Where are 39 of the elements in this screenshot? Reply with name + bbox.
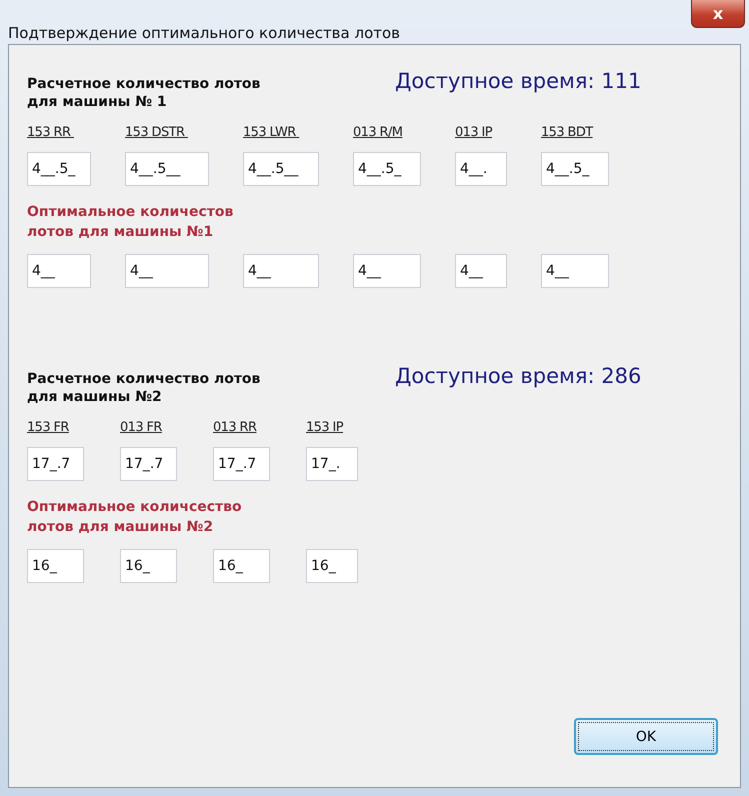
input-field[interactable]: 16_ xyxy=(213,549,270,583)
input-field[interactable]: 16_ xyxy=(120,549,177,583)
column-label: 013 IP xyxy=(455,125,494,140)
column-label: 153 BDT xyxy=(541,125,594,140)
input-field[interactable]: 4__.5__ xyxy=(243,152,319,186)
section-heading: Оптимальное количестов лотов для машины №1 xyxy=(27,203,234,242)
column-label: 153 DSTR xyxy=(125,125,186,140)
input-field[interactable]: 4__ xyxy=(455,254,507,288)
column-label: 013 FR xyxy=(120,420,163,435)
close-button[interactable]: x xyxy=(691,0,745,28)
input-field[interactable]: 17_. xyxy=(306,447,358,481)
input-field[interactable]: 4__.5_ xyxy=(541,152,609,186)
column-label: 013 R/M xyxy=(353,125,404,140)
input-field[interactable]: 16_ xyxy=(27,549,84,583)
ok-button[interactable]: OK xyxy=(574,718,718,755)
input-field[interactable]: 4__.5__ xyxy=(125,152,209,186)
section-heading: Расчетное количество лотов для машины №2 xyxy=(27,370,262,406)
input-field[interactable]: 4__.5_ xyxy=(353,152,421,186)
input-field[interactable]: 4__.5_ xyxy=(27,152,91,186)
column-label: 153 LWR xyxy=(243,125,297,140)
available-time: Доступное время: 111 xyxy=(395,69,642,93)
input-field[interactable]: 16_ xyxy=(306,549,358,583)
available-time: Доступное время: 286 xyxy=(395,364,642,388)
column-label: 153 FR xyxy=(27,420,70,435)
section-heading: Оптимальное количсество лотов для машины №2 xyxy=(27,498,243,537)
input-field[interactable]: 17_.7 xyxy=(213,447,270,481)
input-field[interactable]: 4__ xyxy=(353,254,421,288)
input-field[interactable]: 17_.7 xyxy=(120,447,177,481)
input-field[interactable]: 4__. xyxy=(455,152,507,186)
column-label: 013 RR xyxy=(213,420,258,435)
input-field[interactable]: 4__ xyxy=(27,254,91,288)
section-heading: Расчетное количество лотов для машины № 1 xyxy=(27,75,262,111)
input-field[interactable]: 4__ xyxy=(125,254,209,288)
input-field[interactable]: 4__ xyxy=(243,254,319,288)
column-label: 153 RR xyxy=(27,125,72,140)
input-field[interactable]: 4__ xyxy=(541,254,609,288)
input-field[interactable]: 17_.7 xyxy=(27,447,84,481)
window-title: Подтверждение оптимального количества лотов xyxy=(8,24,400,42)
column-label: 153 IP xyxy=(306,420,344,435)
